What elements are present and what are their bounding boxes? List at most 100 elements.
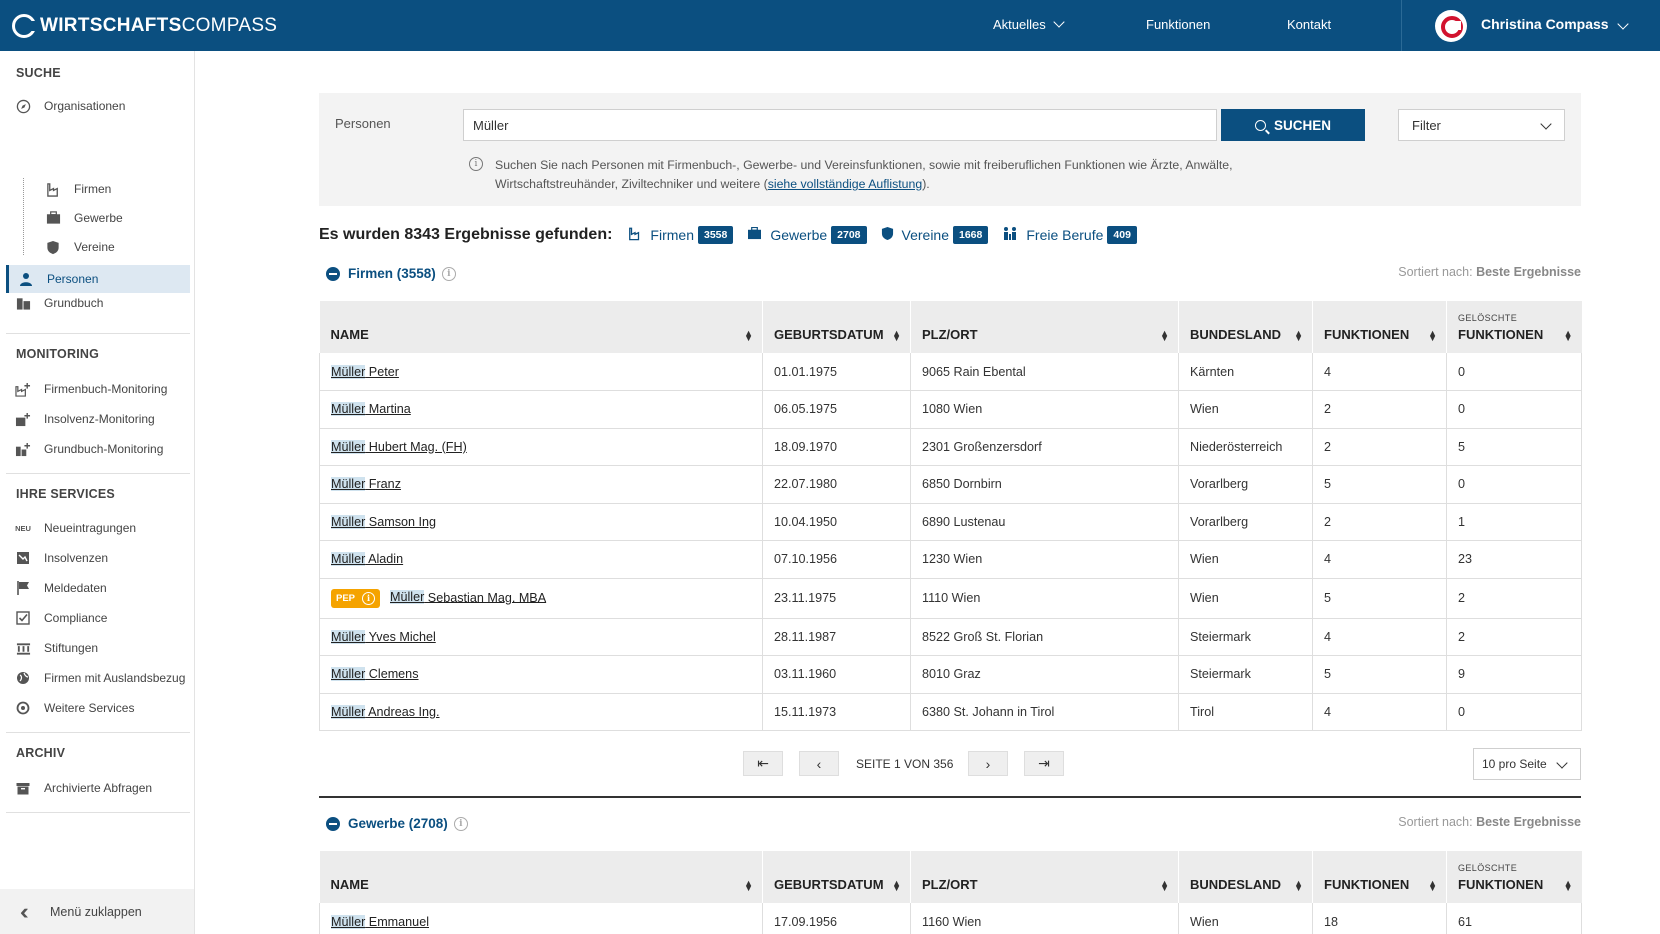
category-firmen[interactable]: Firmen 3558 xyxy=(628,226,734,244)
column-header-name[interactable]: NAME ▲ ▼ xyxy=(319,301,763,353)
sidebar-item-gewerbe[interactable]: Gewerbe xyxy=(0,204,194,232)
person-name-link[interactable]: Müller Emmanuel xyxy=(331,914,429,929)
category-label: Firmen xyxy=(650,227,694,243)
cell-geloeschte: 5 xyxy=(1446,428,1582,466)
cell-geburtsdatum: 18.09.1970 xyxy=(762,428,911,466)
section-firmen-toggle[interactable]: Firmen (3558) i xyxy=(326,266,456,281)
last-page-button[interactable]: ⇥ xyxy=(1024,751,1064,776)
per-page-dropdown[interactable]: 10 pro Seite xyxy=(1473,748,1581,780)
table-row: Müller Aladin 07.10.1956 1230 Wien Wien 4 23 xyxy=(319,540,1582,579)
column-header-plz[interactable]: PLZ/ORT ▲ ▼ xyxy=(910,851,1179,903)
person-name-rest: Hubert Mag. (FH) xyxy=(365,439,467,454)
filter-dropdown[interactable]: Filter xyxy=(1398,109,1565,141)
user-menu[interactable]: Christina Compass xyxy=(1401,0,1660,51)
sidebar-item-neueintragungen[interactable]: NEU Neueintragungen xyxy=(0,514,194,542)
sidebar-item-grundbuch-monitoring[interactable]: Grundbuch-Monitoring xyxy=(0,435,194,463)
sidebar-item-vereine[interactable]: Vereine xyxy=(0,233,194,261)
table-row: Müller Samson Ing 10.04.1950 6890 Lustenau… xyxy=(319,503,1582,541)
search-highlight: Müller xyxy=(331,402,366,417)
person-name-link[interactable]: Müller Peter xyxy=(331,364,399,379)
column-label: FUNKTIONEN xyxy=(1458,327,1544,342)
sidebar-item-weitere[interactable]: Weitere Services xyxy=(0,694,194,722)
sidebar-item-label: Grundbuch xyxy=(44,296,104,310)
sort-indicator[interactable]: Sortiert nach: Beste Ergebnisse xyxy=(1398,815,1581,829)
sort-indicator[interactable]: Sortiert nach: Beste Ergebnisse xyxy=(1398,265,1581,279)
column-header-name[interactable]: NAME ▲ ▼ xyxy=(319,851,763,903)
nav-kontakt[interactable]: Kontakt xyxy=(1287,17,1331,32)
sidebar-item-auslandsbezug[interactable]: Firmen mit Auslandsbezug xyxy=(0,664,194,692)
sidebar-item-grundbuch[interactable]: Grundbuch xyxy=(0,289,194,317)
sidebar-item-stiftungen[interactable]: Stiftungen xyxy=(0,634,194,662)
sidebar-item-compliance[interactable]: Compliance xyxy=(0,604,194,632)
person-name-link[interactable]: Müller Martina xyxy=(331,402,411,417)
cell-bundesland: Wien xyxy=(1178,903,1313,934)
column-header-funktionen[interactable]: FUNKTIONEN ▲ ▼ xyxy=(1312,851,1447,903)
column-header-funktionen[interactable]: FUNKTIONEN ▲ ▼ xyxy=(1312,301,1447,353)
table-row: Müller Peter 01.01.1975 9065 Rain Ebental K… xyxy=(319,353,1582,391)
category-freie-berufe[interactable]: Freie Berufe 409 xyxy=(1002,226,1137,244)
prev-page-button[interactable]: ‹ xyxy=(799,751,839,776)
nav-aktuelles-label: Aktuelles xyxy=(993,17,1046,32)
column-header-geloeschte[interactable]: GELÖSCHTE FUNKTIONEN ▲ ▼ xyxy=(1446,851,1582,903)
next-page-button[interactable]: › xyxy=(968,751,1008,776)
person-name-link[interactable]: Müller Yves Michel xyxy=(331,629,436,644)
search-highlight: Müller xyxy=(331,364,366,379)
category-vereine[interactable]: Vereine 1668 xyxy=(881,226,989,244)
cell-bundesland: Wien xyxy=(1178,578,1313,619)
collapse-menu-button[interactable]: ‹‹ Menü zuklappen xyxy=(0,889,194,934)
person-name-link[interactable]: Müller Sebastian Mag. MBA xyxy=(390,590,546,605)
sidebar-item-firmenbuch-monitoring[interactable]: Firmenbuch-Monitoring xyxy=(0,375,194,403)
column-header-geburtsdatum[interactable]: GEBURTSDATUM ▲ ▼ xyxy=(762,301,911,353)
cell-name: PEP i Müller Sebastian Mag. MBA xyxy=(319,578,763,619)
category-gewerbe[interactable]: Gewerbe 2708 xyxy=(747,226,867,244)
column-header-plz[interactable]: PLZ/ORT ▲ ▼ xyxy=(910,301,1179,353)
person-name-link[interactable]: Müller Franz xyxy=(331,477,401,492)
person-name-link[interactable]: Müller Aladin xyxy=(331,552,403,567)
column-label: PLZ/ORT xyxy=(922,877,978,892)
first-page-button[interactable]: ⇤ xyxy=(743,751,783,776)
sidebar-item-firmen[interactable]: Firmen xyxy=(0,175,194,203)
search-input[interactable] xyxy=(463,109,1217,141)
sidebar-item-organisationen[interactable]: Organisationen xyxy=(0,92,194,120)
sidebar-item-archivierte[interactable]: Archivierte Abfragen xyxy=(0,774,194,802)
nav-funktionen[interactable]: Funktionen xyxy=(1146,17,1210,32)
cell-geburtsdatum: 07.10.1956 xyxy=(762,540,911,579)
sort-arrows-icon: ▲ ▼ xyxy=(1563,878,1573,893)
column-header-bundesland[interactable]: BUNDESLAND ▲ ▼ xyxy=(1178,851,1313,903)
section-title: Firmen (3558) xyxy=(348,266,436,281)
minus-circle-icon xyxy=(326,816,340,831)
logo[interactable]: WIRTSCHAFTSCOMPASS xyxy=(12,13,277,39)
sort-arrows-icon: ▲ ▼ xyxy=(744,878,753,893)
sort-arrows-icon: ▲ ▼ xyxy=(1294,878,1303,893)
sidebar-item-insolvenzen[interactable]: Insolvenzen xyxy=(0,544,194,572)
cell-bundesland: Steiermark xyxy=(1178,618,1313,656)
search-type-label: Personen xyxy=(335,116,391,131)
nav-aktuelles[interactable]: Aktuelles xyxy=(993,16,1065,32)
person-name-link[interactable]: Müller Andreas Ing. xyxy=(331,704,440,719)
column-header-geloeschte[interactable]: GELÖSCHTE FUNKTIONEN ▲ ▼ xyxy=(1446,301,1582,353)
cell-geloeschte: 0 xyxy=(1446,353,1582,391)
column-label: NAME xyxy=(330,327,369,342)
table-row: Müller Andreas Ing. 15.11.1973 6380 St. Jo… xyxy=(319,693,1582,731)
full-list-link[interactable]: siehe vollständige Auflistung xyxy=(768,177,923,191)
chevron-down-icon xyxy=(1540,118,1552,130)
person-name-rest: Yves Michel xyxy=(365,629,436,644)
results-summary: Es wurden 8343 Ergebnisse gefunden: Firm… xyxy=(319,224,1151,246)
sidebar-item-label: Neueintragungen xyxy=(44,521,137,535)
results-table-gewerbe: NAME ▲ ▼ GEBURTSDATUM ▲ ▼ PLZ/ORT ▲ ▼ BUNDESLA… xyxy=(319,851,1582,934)
person-name-link[interactable]: Müller Hubert Mag. (FH) xyxy=(331,439,467,454)
sidebar-heading-services: IHRE SERVICES xyxy=(16,487,115,501)
column-header-bundesland[interactable]: BUNDESLAND ▲ ▼ xyxy=(1178,301,1313,353)
sidebar-item-meldedaten[interactable]: Meldedaten xyxy=(0,574,194,602)
sidebar-item-label: Compliance xyxy=(44,611,108,625)
search-button[interactable]: SUCHEN xyxy=(1221,109,1365,141)
column-label: PLZ/ORT xyxy=(922,327,978,342)
section-gewerbe-toggle[interactable]: Gewerbe (2708) i xyxy=(326,816,468,831)
person-name-link[interactable]: Müller Samson Ing xyxy=(331,514,436,529)
sidebar-item-insolvenz-monitoring[interactable]: Insolvenz-Monitoring xyxy=(0,405,194,433)
column-header-geburtsdatum[interactable]: GEBURTSDATUM ▲ ▼ xyxy=(762,851,911,903)
pep-badge[interactable]: PEP i xyxy=(331,588,381,608)
person-name-link[interactable]: Müller Clemens xyxy=(331,667,419,682)
cell-funktionen: 5 xyxy=(1312,578,1447,619)
cell-geloeschte: 0 xyxy=(1446,693,1582,731)
